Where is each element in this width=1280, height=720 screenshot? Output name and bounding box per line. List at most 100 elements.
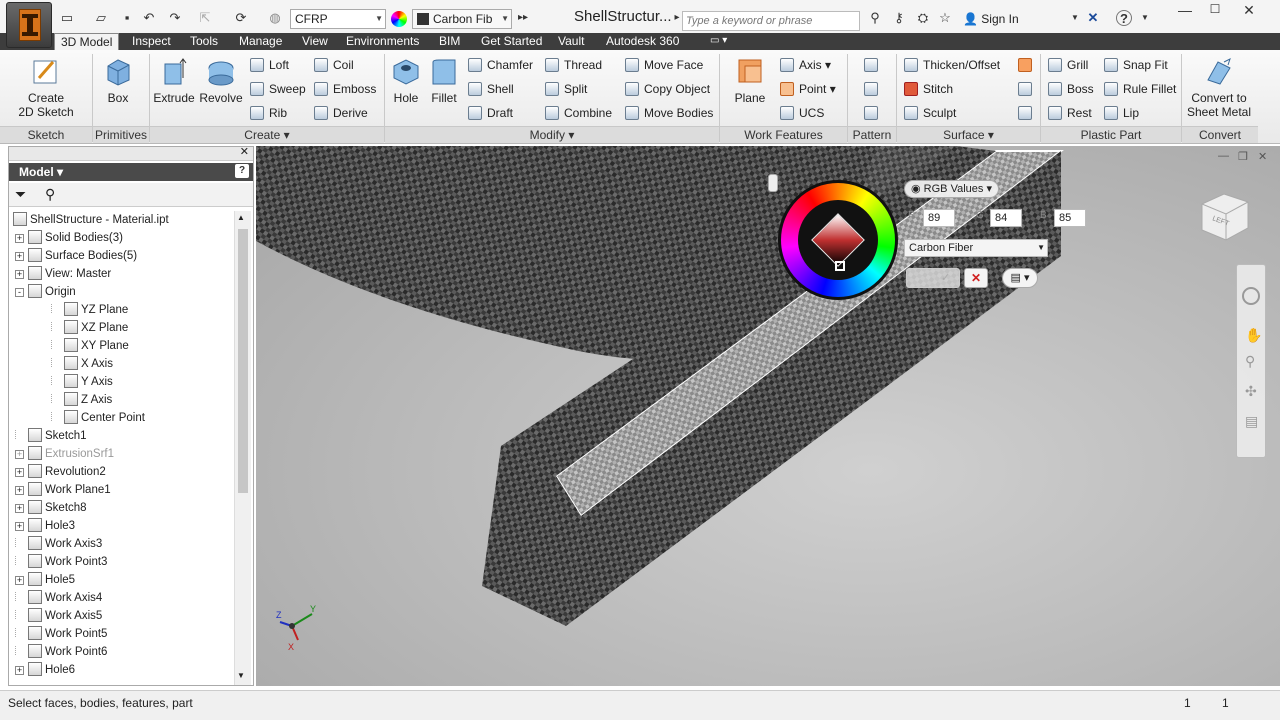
- expand-icon[interactable]: +: [15, 234, 24, 243]
- browser-scrollbar[interactable]: ▲ ▼: [234, 211, 251, 685]
- mirror-button[interactable]: [864, 104, 883, 122]
- move-face-button[interactable]: Move Face: [625, 56, 703, 74]
- hole-button[interactable]: Hole: [388, 56, 424, 105]
- expand-icon[interactable]: +: [15, 486, 24, 495]
- convert-to-sheet-metal-button[interactable]: Convert to Sheet Metal: [1184, 56, 1254, 119]
- create-2d-sketch-button[interactable]: Create 2D Sketch: [14, 56, 78, 119]
- key-icon[interactable]: ⚷: [890, 10, 908, 26]
- sculpt-button[interactable]: Sculpt: [904, 104, 956, 122]
- scroll-up-icon[interactable]: ▲: [237, 213, 245, 222]
- redo-icon[interactable]: ↷: [166, 10, 184, 26]
- point-button[interactable]: Point ▾: [780, 80, 836, 98]
- g-value-input[interactable]: 84: [990, 209, 1022, 227]
- delete-face-button[interactable]: [1018, 104, 1037, 122]
- tree-node[interactable]: + Surface Bodies(5): [13, 247, 233, 265]
- ribbon-options-icon[interactable]: ▭ ▾: [704, 33, 733, 50]
- tab-tools[interactable]: Tools: [184, 33, 224, 50]
- extrude-button[interactable]: Extrude: [153, 56, 195, 105]
- tree-node[interactable]: Work Point6: [13, 643, 233, 661]
- boss-button[interactable]: Boss: [1048, 80, 1094, 98]
- chamfer-button[interactable]: Chamfer: [468, 56, 533, 74]
- expand-icon[interactable]: +: [15, 576, 24, 585]
- scroll-thumb[interactable]: [238, 229, 248, 493]
- mini-toolbar-grip[interactable]: [768, 174, 778, 192]
- exchange-apps-icon[interactable]: ✕: [1084, 10, 1102, 26]
- maximize-button[interactable]: ☐: [1200, 2, 1230, 20]
- tab-get-started[interactable]: Get Started: [475, 33, 548, 50]
- application-menu-button[interactable]: [6, 2, 52, 48]
- tree-node[interactable]: Sketch1: [13, 427, 233, 445]
- select-icon[interactable]: ◍: [266, 10, 284, 26]
- tree-node[interactable]: X Axis: [13, 355, 233, 373]
- tree-node[interactable]: + Revolution2: [13, 463, 233, 481]
- tree-node[interactable]: XZ Plane: [13, 319, 233, 337]
- move-bodies-button[interactable]: Move Bodies: [625, 104, 713, 122]
- tree-node[interactable]: ShellStructure - Material.ipt: [13, 211, 233, 229]
- filter-icon[interactable]: ⏷: [15, 186, 26, 203]
- browser-help-icon[interactable]: ?: [235, 164, 249, 178]
- rule-fillet-button[interactable]: Rule Fillet: [1104, 80, 1176, 98]
- scroll-down-icon[interactable]: ▼: [237, 671, 245, 680]
- browser-title[interactable]: Model ▾?: [9, 163, 253, 181]
- find-icon[interactable]: ⚲: [45, 186, 55, 203]
- tab-environments[interactable]: Environments: [340, 33, 425, 50]
- search-input[interactable]: Type a keyword or phrase: [682, 11, 860, 31]
- tab-inspect[interactable]: Inspect: [126, 33, 177, 50]
- collapse-icon[interactable]: -: [15, 288, 24, 297]
- tree-node[interactable]: Work Point5: [13, 625, 233, 643]
- browser-grip[interactable]: ✕: [9, 146, 253, 161]
- draft-button[interactable]: Draft: [468, 104, 513, 122]
- color-wheel-icon[interactable]: [391, 11, 407, 27]
- tree-node[interactable]: + Solid Bodies(3): [13, 229, 233, 247]
- tree-node[interactable]: Work Axis4: [13, 589, 233, 607]
- split-button[interactable]: Split: [545, 80, 587, 98]
- viewport-close-icon[interactable]: ✕: [1258, 150, 1267, 163]
- binoculars-icon[interactable]: ⚲: [866, 10, 884, 26]
- help-dropdown-icon[interactable]: ▼: [1136, 10, 1154, 26]
- viewport-minimize-icon[interactable]: —: [1218, 150, 1229, 162]
- tree-node[interactable]: + Work Plane1: [13, 481, 233, 499]
- expand-icon[interactable]: +: [15, 252, 24, 261]
- loft-button[interactable]: Loft: [250, 56, 289, 74]
- lip-button[interactable]: Lip: [1104, 104, 1139, 122]
- help-icon[interactable]: ?: [1116, 10, 1132, 26]
- expand-icon[interactable]: +: [15, 270, 24, 279]
- circular-pattern-button[interactable]: [864, 80, 883, 98]
- graphics-window[interactable]: LEFT ✋ ⚲ ✣ ▤ — ❐ ✕ Y X Z ◉ RGB Values ▾ …: [256, 146, 1280, 686]
- sign-in-link[interactable]: 👤 Sign In: [963, 12, 1019, 26]
- return-icon[interactable]: ⇱: [196, 10, 214, 26]
- thicken-offset-button[interactable]: Thicken/Offset: [904, 56, 1000, 74]
- coil-button[interactable]: Coil: [314, 56, 354, 74]
- tab-bim[interactable]: BIM: [433, 33, 466, 50]
- orbit-icon[interactable]: ✣: [1245, 383, 1257, 400]
- ucs-button[interactable]: UCS: [780, 104, 824, 122]
- options-menu-icon[interactable]: ▤ ▾: [1002, 268, 1038, 288]
- expand-icon[interactable]: +: [15, 666, 24, 675]
- ok-button[interactable]: ✓: [906, 268, 960, 288]
- appearance-dropdown[interactable]: Carbon Fiber ▼: [904, 239, 1048, 257]
- patch-button[interactable]: [1018, 56, 1037, 74]
- tree-node[interactable]: - Origin: [13, 283, 233, 301]
- tree-node[interactable]: Work Point3: [13, 553, 233, 571]
- derive-button[interactable]: Derive: [314, 104, 368, 122]
- save-icon[interactable]: ▪: [118, 10, 136, 26]
- appearance-combo[interactable]: Carbon Fib ▼: [412, 9, 512, 29]
- cancel-icon[interactable]: ✕: [964, 268, 988, 288]
- r-value-input[interactable]: 89: [923, 209, 955, 227]
- undo-icon[interactable]: ↶: [140, 10, 158, 26]
- stitch-button[interactable]: Stitch: [904, 80, 953, 98]
- rib-button[interactable]: Rib: [250, 104, 287, 122]
- tree-node[interactable]: Work Axis5: [13, 607, 233, 625]
- rgb-values-dropdown[interactable]: ◉ RGB Values ▾: [904, 180, 999, 198]
- combine-button[interactable]: Combine: [545, 104, 612, 122]
- axis-button[interactable]: Axis ▾: [780, 56, 831, 74]
- tree-node[interactable]: Center Point: [13, 409, 233, 427]
- surface-panel-title[interactable]: Surface ▾: [897, 126, 1040, 143]
- tree-node[interactable]: + Hole6: [13, 661, 233, 679]
- tab-vault[interactable]: Vault: [552, 33, 590, 50]
- exchange-icon[interactable]: ⛭: [914, 10, 932, 26]
- fillet-button[interactable]: Fillet: [426, 56, 462, 105]
- color-wheel[interactable]: [778, 180, 898, 300]
- close-button[interactable]: ✕: [1234, 2, 1264, 20]
- plane-button[interactable]: Plane: [728, 56, 772, 105]
